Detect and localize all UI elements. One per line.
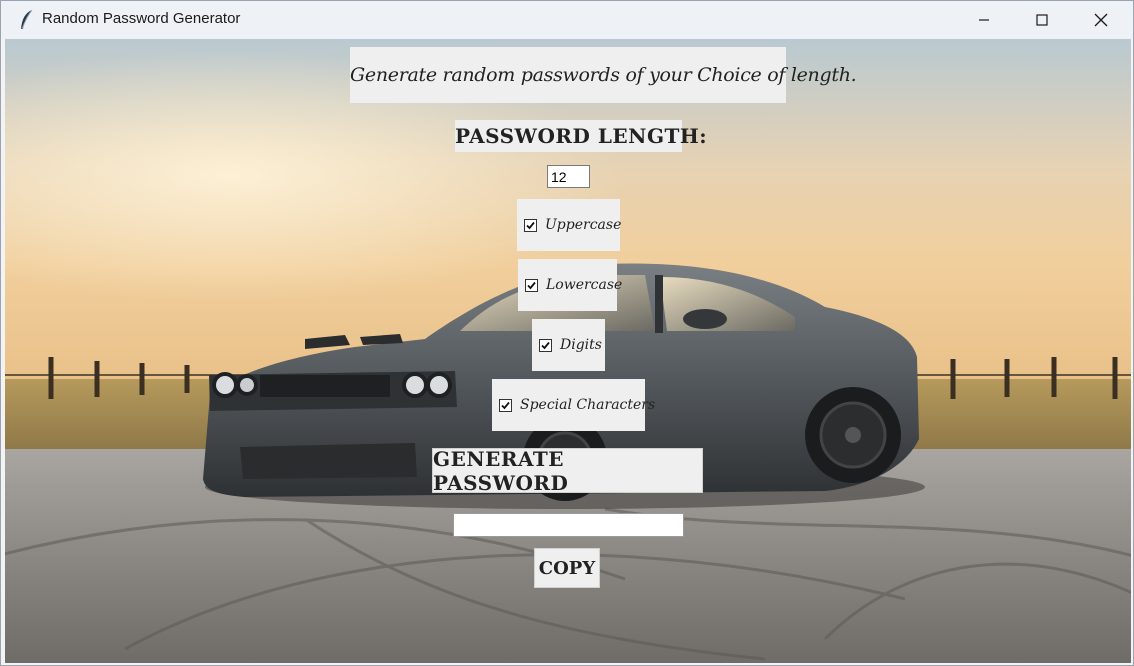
password-length-label: PASSWORD LENGTH: (455, 120, 707, 152)
feather-icon (17, 9, 37, 31)
maximize-icon (1036, 14, 1048, 26)
copy-button[interactable]: COPY (534, 548, 600, 588)
lowercase-checkbox[interactable]: Lowercase (518, 259, 622, 311)
generate-password-button[interactable]: GENERATE PASSWORD (432, 447, 703, 495)
password-output-field[interactable] (453, 513, 684, 537)
close-icon (1094, 13, 1108, 27)
digits-checkbox[interactable]: Digits (532, 319, 605, 371)
intro-text: Generate random passwords of your Choice… (350, 47, 857, 103)
digits-label: Digits (560, 337, 602, 353)
minimize-icon (978, 14, 990, 26)
window-title: Random Password Generator (42, 10, 241, 27)
app-client-area: Generate random passwords of your Choice… (5, 39, 1131, 663)
checkbox-checked-icon (499, 398, 512, 412)
checkbox-checked-icon (524, 218, 537, 232)
title-bar[interactable]: Random Password Generator (1, 1, 1133, 39)
app-window: Random Password Generator Generate rando… (0, 0, 1134, 666)
password-length-input[interactable] (547, 165, 590, 188)
checkbox-checked-icon (525, 278, 538, 292)
lowercase-label: Lowercase (546, 277, 623, 293)
close-button[interactable] (1072, 1, 1130, 39)
special-characters-label: Special Characters (520, 397, 656, 413)
uppercase-checkbox[interactable]: Uppercase (517, 199, 622, 251)
special-characters-checkbox[interactable]: Special Characters (492, 379, 655, 431)
uppercase-label: Uppercase (545, 217, 622, 233)
minimize-button[interactable] (955, 1, 1013, 39)
checkbox-checked-icon (539, 338, 552, 352)
maximize-button[interactable] (1013, 1, 1071, 39)
